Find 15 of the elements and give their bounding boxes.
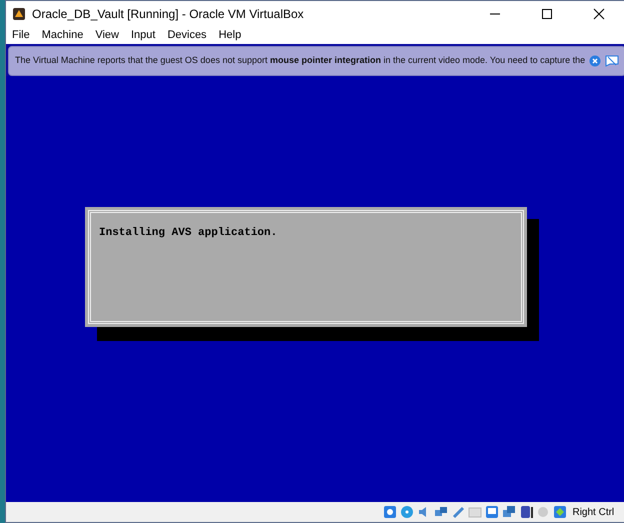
menu-item[interactable]: Devices: [167, 27, 207, 44]
menu-item[interactable]: Input: [130, 27, 156, 44]
dialog-text: Installing AVS application.: [99, 227, 278, 239]
host-key-label: Right Ctrl: [572, 506, 614, 520]
keyboard-icon[interactable]: [553, 505, 568, 519]
menu-item[interactable]: File: [12, 27, 30, 44]
menu-item[interactable]: View: [95, 27, 119, 44]
notification-message: The Virtual Machine reports that the guest OS does not support mouse pointer integration in the current video mode. You need to capture the: [15, 54, 586, 68]
display-icon[interactable]: [485, 505, 500, 519]
app-logo-icon: [12, 7, 26, 21]
menu-item[interactable]: Machine: [42, 27, 84, 44]
network-icon[interactable]: [434, 505, 448, 519]
optical-disc-icon[interactable]: [400, 505, 414, 519]
menu-item[interactable]: Help: [218, 27, 242, 44]
window-title: Oracle_DB_Vault [Running] - Oracle VM VirtualBox: [32, 6, 305, 23]
